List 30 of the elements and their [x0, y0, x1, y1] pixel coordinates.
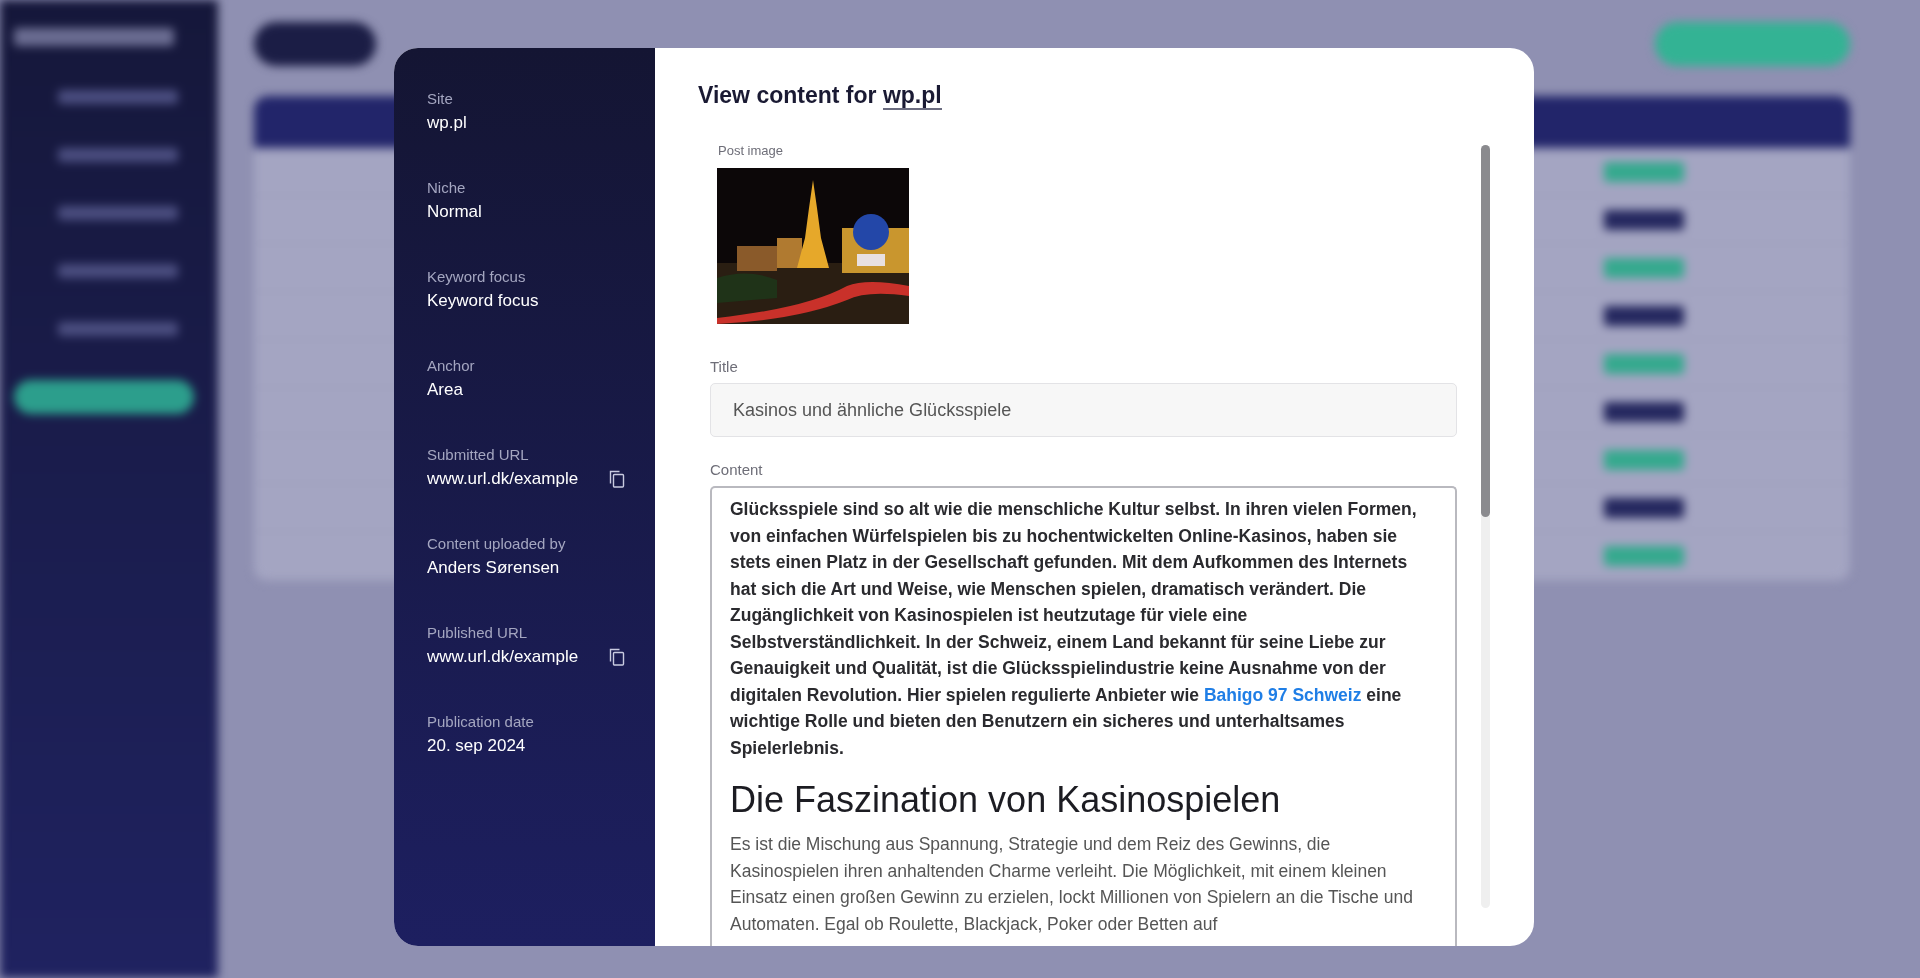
detail-label: Published URL [427, 624, 529, 641]
detail-label: Keyword focus [427, 268, 527, 285]
text-link[interactable]: Bahigo 97 Schweiz [1203, 684, 1362, 705]
detail-value: wp.pl [427, 113, 467, 133]
field-label: Title [710, 358, 739, 375]
detail-label: Submitted URL [427, 446, 530, 463]
detail-value: Area [427, 380, 463, 400]
detail-value: Keyword focus [427, 291, 539, 311]
detail-label: Site [427, 90, 454, 107]
detail-label: Publication date [427, 713, 535, 730]
title-field[interactable]: Kasinos und ähnliche Glücksspiele [710, 383, 1457, 437]
detail-value: www.url.dk/example [427, 469, 579, 489]
field-label: Content [710, 461, 764, 478]
content-paragraph: Glücksspiele sind so alt wie die menschliche Kultur selbst. In ihren vielen Formen, von einfachen Würfelspielen bis zu hochentwickelten Online-Kasinos, haben sie stets einen Platz in der Gesellschaft gefunden. Mit dem Aufkommen des Internets hat sich die Art und Weise, wie Menschen spielen, dramatisch verändert. Die Zugänglichkeit von Kasinospielen ist heutzutage für viele eine Selbstverständlichkeit. In der Schweiz, einem Land bekannt für seine Liebe zur Genauigkeit und Qualität, ist die Glücksspielindustrie keine Ausnahme von der digitalen Revolution. Hier spielen regulierte Anbieter wie Bahigo 97 Schweiz eine wichtige Rolle und bieten den Benutzern ein sicheres und unterhaltsames Spielerlebnis. [730, 498, 1418, 760]
scrollbar-thumb[interactable] [1481, 145, 1490, 517]
copy-icon[interactable] [609, 470, 625, 488]
content-editor[interactable] [710, 486, 1457, 946]
detail-value: Anders Sørensen [427, 558, 560, 578]
field-label: Post image [718, 143, 785, 158]
detail-label: Anchor [427, 357, 476, 374]
detail-value: Normal [427, 202, 482, 222]
detail-value: www.url.dk/example [427, 647, 579, 667]
content-heading: Die Faszination von Kasinospielen [730, 779, 1282, 821]
content-paragraph: Es ist die Mischung aus Spannung, Strategie und dem Reiz des Gewinns, die Kasinospielen ihren anhaltenden Charme verleiht. Die Möglichkeit, mit einem kleinen Einsatz einen großen Gewinn zu erzielen, lockt Millionen von Spielern an die Tische und Automaten. Egal ob Roulette, Blackjack, Poker oder Betten auf [730, 833, 1414, 936]
detail-value: 20. sep 2024 [427, 736, 526, 756]
copy-icon[interactable] [609, 648, 625, 666]
site-link[interactable]: wp.pl [882, 82, 942, 110]
detail-label: Niche [427, 179, 467, 196]
dialog-title: View content for wp.pl [698, 82, 943, 109]
detail-label: Content uploaded by [427, 535, 567, 552]
